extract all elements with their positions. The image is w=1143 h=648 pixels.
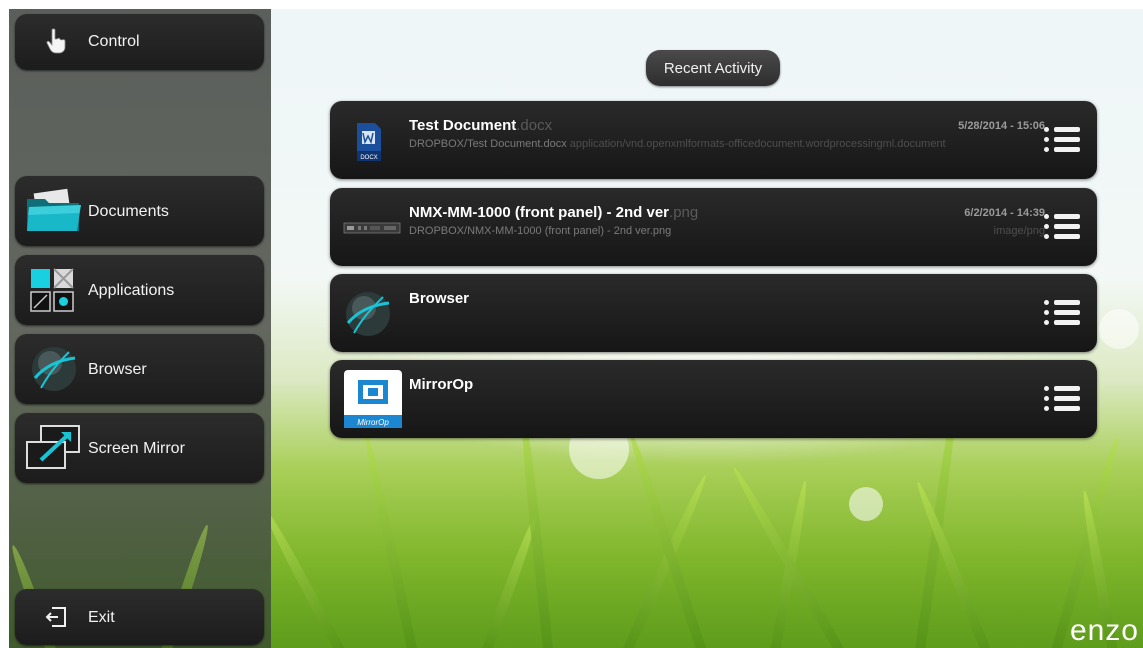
recent-item-nmx-image[interactable]: NMX-MM-1000 (front panel) - 2nd ver.png …	[330, 188, 1097, 266]
grass-blade	[517, 408, 554, 648]
device-panel-thumbnail	[342, 202, 402, 254]
control-button[interactable]: Control	[15, 14, 264, 70]
screen-mirror-icon	[25, 424, 83, 477]
item-path: DROPBOX/NMX-MM-1000 (front panel) - 2nd …	[409, 225, 671, 237]
item-mime: image/png	[993, 225, 1045, 237]
mirrorop-icon-label: MirrorOp	[357, 418, 389, 427]
recent-activity-title: Recent Activity	[646, 50, 780, 86]
list-menu-icon[interactable]	[1044, 384, 1080, 414]
item-title: MirrorOp	[409, 376, 474, 393]
docx-icon-label: DOCX	[360, 155, 377, 161]
applications-label: Applications	[88, 282, 175, 299]
app-screen: Control Documents Applications Browser S…	[9, 9, 1143, 648]
mirrorop-icon: MirrorOp	[344, 370, 402, 428]
browser-label: Browser	[88, 361, 147, 378]
list-menu-icon[interactable]	[1044, 298, 1080, 328]
item-date: 6/2/2014 - 14:39	[964, 207, 1045, 219]
control-label: Control	[88, 33, 140, 50]
screen-mirror-label: Screen Mirror	[88, 440, 185, 457]
browser-button[interactable]: Browser	[15, 334, 264, 404]
exit-icon	[45, 607, 67, 632]
item-name: Test Document	[409, 117, 517, 134]
item-date: 5/28/2014 - 15:06	[958, 120, 1045, 132]
list-menu-icon[interactable]	[1044, 125, 1080, 155]
enzo-logo: enzo	[1069, 614, 1139, 647]
globe-icon	[342, 288, 394, 340]
bokeh-light	[1099, 309, 1139, 349]
list-menu-icon[interactable]	[1044, 212, 1080, 242]
docx-file-icon: DOCX	[342, 115, 394, 167]
recent-item-mirrorop[interactable]: MirrorOp MirrorOp	[330, 360, 1097, 438]
exit-button[interactable]: Exit	[15, 589, 264, 645]
screen-mirror-button[interactable]: Screen Mirror	[15, 413, 264, 483]
item-path-text: DROPBOX/Test Document.docx	[409, 138, 567, 150]
grass-blade	[729, 464, 849, 648]
applications-button[interactable]: Applications	[15, 255, 264, 325]
item-title: NMX-MM-1000 (front panel) - 2nd ver.png	[409, 204, 698, 221]
sidebar: Control Documents Applications Browser S…	[9, 9, 271, 648]
recent-item-browser[interactable]: Browser	[330, 274, 1097, 352]
item-extension: .png	[669, 204, 699, 221]
folder-icon	[25, 187, 83, 238]
item-title: Browser	[409, 290, 470, 307]
item-extension: .docx	[516, 117, 553, 134]
documents-button[interactable]: Documents	[15, 176, 264, 246]
item-mime: application/vnd.openxmlformats-officedoc…	[569, 138, 946, 150]
bokeh-light	[849, 487, 883, 521]
globe-icon	[29, 344, 79, 399]
grass-blade	[259, 505, 349, 648]
recent-item-test-document[interactable]: DOCX Test Document.docx DROPBOX/Test Doc…	[330, 101, 1097, 179]
item-name: NMX-MM-1000 (front panel) - 2nd ver	[409, 204, 670, 221]
hand-pointer-icon	[45, 28, 67, 59]
grass-blade	[361, 431, 419, 648]
item-title: Test Document.docx	[409, 117, 552, 134]
exit-label: Exit	[88, 609, 115, 626]
applications-grid-icon	[29, 267, 75, 318]
documents-label: Documents	[88, 203, 169, 220]
item-path-text: DROPBOX/NMX-MM-1000 (front panel) - 2nd …	[409, 225, 672, 237]
item-path: DROPBOX/Test Document.docx application/v…	[409, 138, 946, 150]
